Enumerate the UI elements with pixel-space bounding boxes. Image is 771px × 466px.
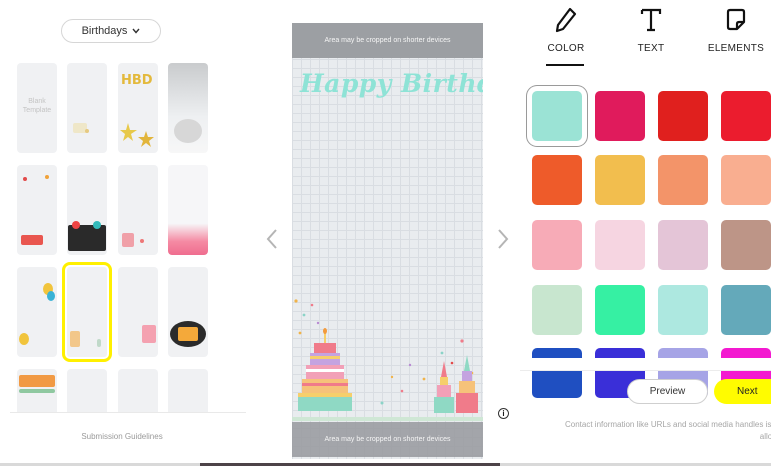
tab-text-label: TEXT	[637, 43, 665, 54]
template-tile[interactable]	[67, 63, 107, 153]
birthday-cake	[298, 328, 352, 411]
tab-elements-label: ELEMENTS	[707, 43, 765, 54]
template-tile-pink[interactable]	[168, 165, 208, 255]
table-line	[292, 417, 483, 421]
template-tile-selected[interactable]	[62, 262, 112, 362]
template-tile[interactable]	[118, 165, 158, 255]
category-label: Birthdays	[81, 25, 128, 37]
color-swatch[interactable]	[658, 91, 708, 141]
divider	[10, 412, 246, 413]
previous-template-button[interactable]	[262, 224, 282, 254]
contact-note-line: Contact information like URLs and social…	[565, 420, 771, 429]
color-swatch[interactable]	[532, 285, 582, 335]
template-tile[interactable]	[17, 165, 57, 255]
template-tile[interactable]	[67, 165, 107, 255]
crop-warning-text: Area may be cropped on shorter devices	[324, 436, 451, 443]
confetti-decoration	[45, 175, 49, 179]
crop-warning-top: Area may be cropped on shorter devices	[292, 23, 483, 58]
template-panel: Birthdays Blank Template HBD Submission …	[0, 0, 248, 466]
template-tile-hbd[interactable]: HBD	[118, 63, 158, 153]
color-swatch[interactable]	[532, 348, 582, 398]
color-swatch[interactable]	[658, 220, 708, 270]
next-template-button[interactable]	[493, 224, 513, 254]
cake-decoration	[68, 225, 106, 251]
swatch-scroll-fade	[520, 358, 771, 370]
template-tile[interactable]	[168, 267, 208, 357]
color-swatch[interactable]	[595, 220, 645, 270]
template-tile[interactable]	[67, 369, 107, 412]
template-tile[interactable]	[168, 369, 208, 412]
color-swatch[interactable]	[595, 91, 645, 141]
template-tile-silver[interactable]	[168, 63, 208, 153]
balloon-decoration	[174, 119, 202, 143]
color-swatch[interactable]	[721, 285, 771, 335]
color-swatch[interactable]	[721, 155, 771, 205]
cake-illustration[interactable]	[292, 293, 483, 428]
cake-decoration	[70, 331, 80, 347]
balloon-decoration	[47, 291, 55, 301]
color-swatch[interactable]	[721, 91, 771, 141]
confetti-decoration	[85, 129, 89, 133]
color-swatch[interactable]	[595, 155, 645, 205]
blank-template-label: Blank Template	[22, 98, 52, 114]
template-tile[interactable]	[17, 267, 57, 357]
info-icon[interactable]: i	[498, 408, 509, 419]
chevron-left-icon	[266, 229, 277, 249]
chevron-down-icon	[132, 28, 140, 34]
category-dropdown[interactable]: Birthdays	[61, 19, 161, 43]
cake-decoration	[178, 327, 198, 341]
tab-color[interactable]: COLOR	[531, 5, 601, 63]
crop-warning-text: Area may be cropped on shorter devices	[324, 37, 451, 44]
color-swatch[interactable]	[658, 155, 708, 205]
submission-guidelines-link[interactable]: Submission Guidelines	[62, 432, 182, 441]
banner-decoration	[19, 375, 55, 387]
cake-decoration	[122, 233, 134, 247]
active-tab-indicator	[546, 64, 584, 66]
template-tile[interactable]	[118, 267, 158, 357]
headline-text[interactable]: Happy Birthday	[300, 69, 483, 98]
hbd-text: HBD	[121, 73, 153, 88]
confetti-decoration	[140, 239, 144, 243]
small-cake	[434, 361, 454, 413]
divider	[520, 370, 771, 371]
small-cake	[456, 355, 478, 413]
sticker-icon	[721, 5, 751, 35]
tab-color-label: COLOR	[547, 43, 585, 54]
gift-decoration	[21, 235, 43, 245]
confetti-decoration	[23, 177, 27, 181]
candle-decoration	[97, 339, 101, 347]
color-swatch[interactable]	[721, 220, 771, 270]
color-swatch[interactable]	[532, 155, 582, 205]
tab-text[interactable]: TEXT	[616, 5, 686, 63]
chevron-right-icon	[498, 229, 509, 249]
cake-decoration	[142, 325, 156, 343]
banner-decoration	[19, 389, 55, 393]
balloon-decoration	[93, 221, 101, 229]
balloon-decoration	[19, 333, 29, 345]
color-swatch[interactable]	[658, 285, 708, 335]
balloon-decoration	[72, 221, 80, 229]
crop-warning-bottom: Area may be cropped on shorter devices	[292, 422, 483, 457]
pencil-icon	[551, 5, 581, 35]
preview-button[interactable]: Preview	[627, 379, 708, 404]
star-decoration	[120, 123, 154, 147]
template-tile-blank[interactable]: Blank Template	[17, 63, 57, 153]
color-swatch[interactable]	[532, 220, 582, 270]
color-swatch[interactable]	[595, 285, 645, 335]
next-button[interactable]: Next	[714, 379, 771, 404]
contact-note-line: allow	[759, 432, 771, 441]
design-canvas[interactable]: Area may be cropped on shorter devices H…	[292, 23, 483, 459]
color-swatch[interactable]	[532, 91, 582, 141]
tab-elements[interactable]: ELEMENTS	[701, 5, 771, 63]
template-tile[interactable]	[17, 369, 57, 412]
contact-policy-note: Contact information like URLs and social…	[538, 419, 771, 443]
template-tile[interactable]	[118, 369, 158, 412]
text-t-icon	[636, 5, 666, 35]
